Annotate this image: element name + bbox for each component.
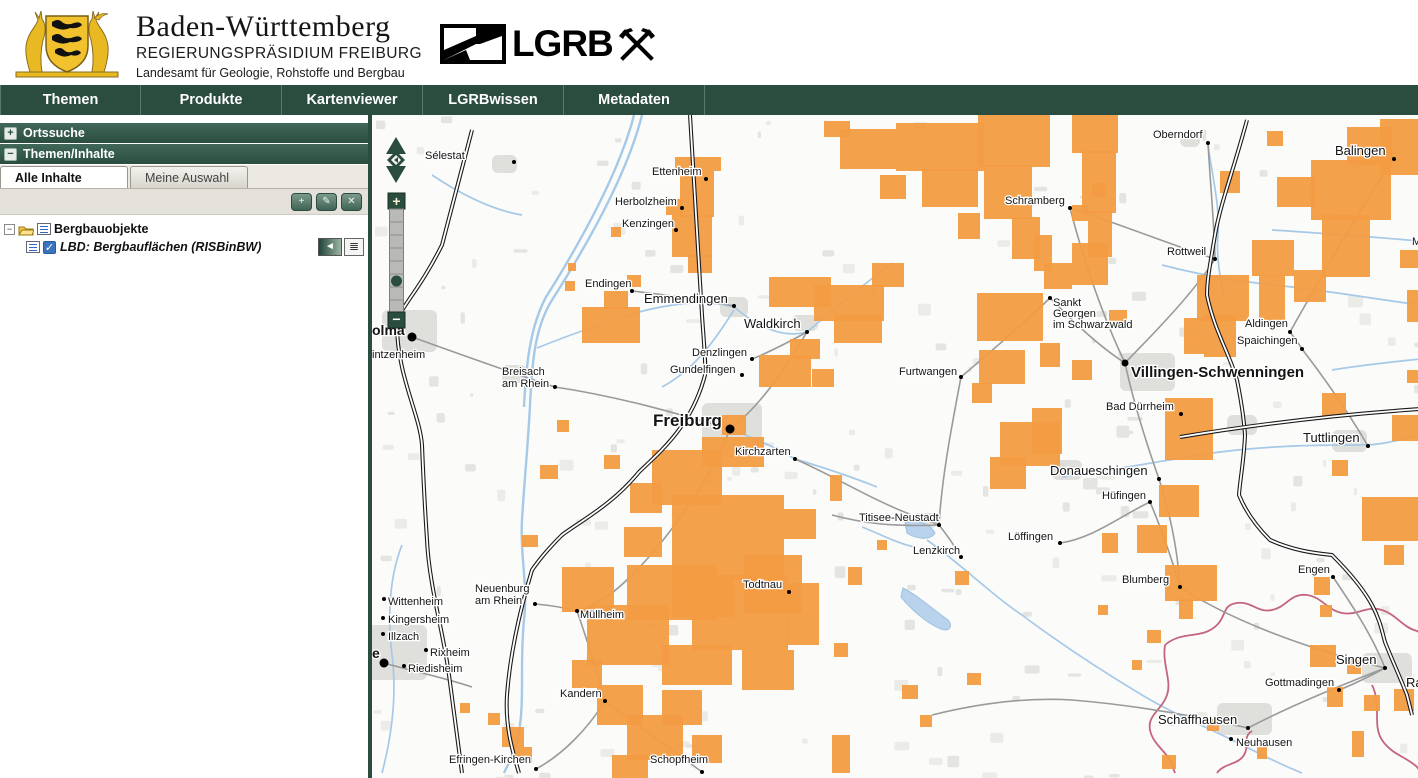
city-label: Furtwangen: [899, 366, 957, 378]
city-label: Freiburg: [653, 411, 722, 430]
city-label: Gottmadingen: [1265, 677, 1334, 689]
city-label: Denzlingen: [692, 347, 747, 359]
map-canvas[interactable]: SélestatEttenheimHerbolzheimKenzingenEnd…: [372, 115, 1418, 778]
tab-alle-inhalte[interactable]: Alle Inhalte: [0, 166, 128, 188]
site-subtitle: REGIERUNGSPRÄSIDIUM FREIBURG: [136, 45, 422, 63]
city-label: Löffingen: [1008, 531, 1053, 543]
folder-open-icon: [18, 223, 34, 236]
city-label: M: [1412, 236, 1418, 248]
layer-tree: − Bergbauobjekte ✓ LBD: Bergbauflächen (…: [0, 215, 368, 261]
nav-metadaten[interactable]: Metadaten: [564, 85, 705, 115]
site-department: Landesamt für Geologie, Rohstoffe und Be…: [136, 66, 422, 80]
bw-coat-of-arms: [8, 4, 126, 80]
city-label: Kandern: [560, 688, 602, 700]
zoom-in-button: +: [392, 193, 400, 209]
tree-collapse-icon[interactable]: −: [4, 224, 15, 235]
nav-themen[interactable]: Themen: [0, 85, 141, 115]
city-label: Kirchzarten: [735, 446, 791, 458]
city-label: am Rhein: [502, 378, 549, 390]
panel-ortssuche-title: Ortssuche: [23, 126, 85, 140]
panel-themen-inhalte-header[interactable]: − Themen/Inhalte: [0, 144, 368, 164]
city-label: Balingen: [1335, 143, 1386, 158]
site-title: Baden-Württemberg: [136, 10, 422, 44]
map-controls: + −: [372, 115, 432, 345]
city-label: Hüfingen: [1102, 490, 1146, 502]
panel-themen-inhalte-title: Themen/Inhalte: [23, 147, 115, 161]
city-label: am Rhein: [475, 595, 522, 607]
metadata-icon[interactable]: [26, 241, 40, 253]
crossed-hammer-and-pick-icon: [615, 24, 659, 64]
city-label: Neuenburg: [475, 583, 529, 595]
panel-ortssuche-header[interactable]: + Ortssuche: [0, 123, 368, 143]
expand-icon[interactable]: +: [4, 127, 17, 140]
main-nav: Themen Produkte Kartenviewer LGRBwissen …: [0, 85, 1418, 115]
city-label: Rottweil: [1167, 246, 1206, 258]
nav-lgrbwissen[interactable]: LGRBwissen: [423, 85, 564, 115]
remove-selection-button[interactable]: ✕: [341, 193, 362, 211]
lgrb-logo: LGRB: [440, 22, 659, 66]
nav-produkte[interactable]: Produkte: [141, 85, 282, 115]
tree-root-label[interactable]: Bergbauobjekte: [54, 222, 148, 236]
tree-node-layer[interactable]: ✓ LBD: Bergbauflächen (RISBinBW) ◄ ≣: [4, 238, 364, 256]
layer-transparency-button[interactable]: ◄: [318, 238, 342, 256]
city-label: Oberndorf: [1153, 129, 1203, 141]
city-label: intzenheim: [372, 349, 425, 361]
nav-kartenviewer[interactable]: Kartenviewer: [282, 85, 423, 115]
city-label: Müllheim: [580, 609, 624, 621]
layer-checkbox[interactable]: ✓: [43, 241, 56, 254]
tree-layer-label[interactable]: LBD: Bergbauflächen (RISBinBW): [60, 240, 261, 254]
collapse-icon[interactable]: −: [4, 148, 17, 161]
city-label: Endingen: [585, 278, 632, 290]
city-label: Kenzingen: [622, 218, 674, 230]
city-label: Schopfheim: [650, 754, 708, 766]
zoom-slider[interactable]: + −: [388, 193, 405, 328]
city-label: Spaichingen: [1237, 335, 1298, 347]
city-label: Lenzkirch: [913, 545, 960, 557]
tree-node-bergbauobjekte[interactable]: − Bergbauobjekte: [4, 220, 364, 238]
city-label: Todtnau: [743, 579, 782, 591]
tab-meine-auswahl[interactable]: Meine Auswahl: [130, 166, 248, 188]
city-label: Villingen-Schwenningen: [1131, 364, 1304, 381]
city-label: Emmendingen: [644, 291, 728, 306]
lgrb-logo-text: LGRB: [512, 23, 613, 65]
sidebar: + Ortssuche − Themen/Inhalte Alle Inhalt…: [0, 115, 372, 778]
city-label: Schramberg: [1005, 195, 1065, 207]
city-label: im Schwarzwald: [1053, 319, 1132, 331]
city-label: Blumberg: [1122, 574, 1169, 586]
city-label: Schaffhausen: [1158, 712, 1237, 727]
city-label: Neuhausen: [1236, 737, 1292, 749]
content-tabs: Alle Inhalte Meine Auswahl: [0, 165, 368, 189]
lgrb-flag-icon: [440, 22, 506, 66]
city-label: Aldingen: [1245, 318, 1288, 330]
city-label: Tuttlingen: [1303, 430, 1360, 445]
metadata-icon[interactable]: [37, 223, 51, 235]
city-label: Breisach: [502, 366, 545, 378]
city-label: Riedisheim: [408, 663, 462, 675]
city-label: Wittenheim: [388, 596, 443, 608]
tree-toolbar: + ✎ ✕: [0, 189, 368, 215]
add-selection-button[interactable]: +: [291, 193, 312, 211]
city-label: Illzach: [388, 631, 419, 643]
city-label: Bad Dürrheim: [1106, 401, 1174, 413]
city-label: Ra: [1406, 675, 1418, 690]
edit-selection-button[interactable]: ✎: [316, 193, 337, 211]
city-label: Ettenheim: [652, 166, 702, 178]
pan-control[interactable]: [386, 137, 406, 183]
city-label: Titisee-Neustadt: [859, 512, 939, 524]
zoom-out-button: −: [392, 311, 400, 327]
city-label: Rixheim: [430, 647, 470, 659]
layer-legend-button[interactable]: ≣: [344, 238, 364, 256]
city-label: e: [372, 645, 380, 661]
map-viewport[interactable]: SélestatEttenheimHerbolzheimKenzingenEnd…: [372, 115, 1418, 778]
city-label: Donaueschingen: [1050, 463, 1148, 478]
city-label: Engen: [1298, 564, 1330, 576]
city-label: Singen: [1336, 652, 1376, 667]
zoom-slider-knob[interactable]: [391, 276, 402, 287]
app-header: Baden-Württemberg REGIERUNGSPRÄSIDIUM FR…: [0, 0, 1418, 85]
city-label: Efringen-Kirchen: [449, 754, 531, 766]
city-label: Waldkirch: [744, 316, 801, 331]
city-label: Kingersheim: [388, 614, 449, 626]
city-label: Herbolzheim: [615, 196, 677, 208]
city-label: Gundelfingen: [670, 364, 735, 376]
